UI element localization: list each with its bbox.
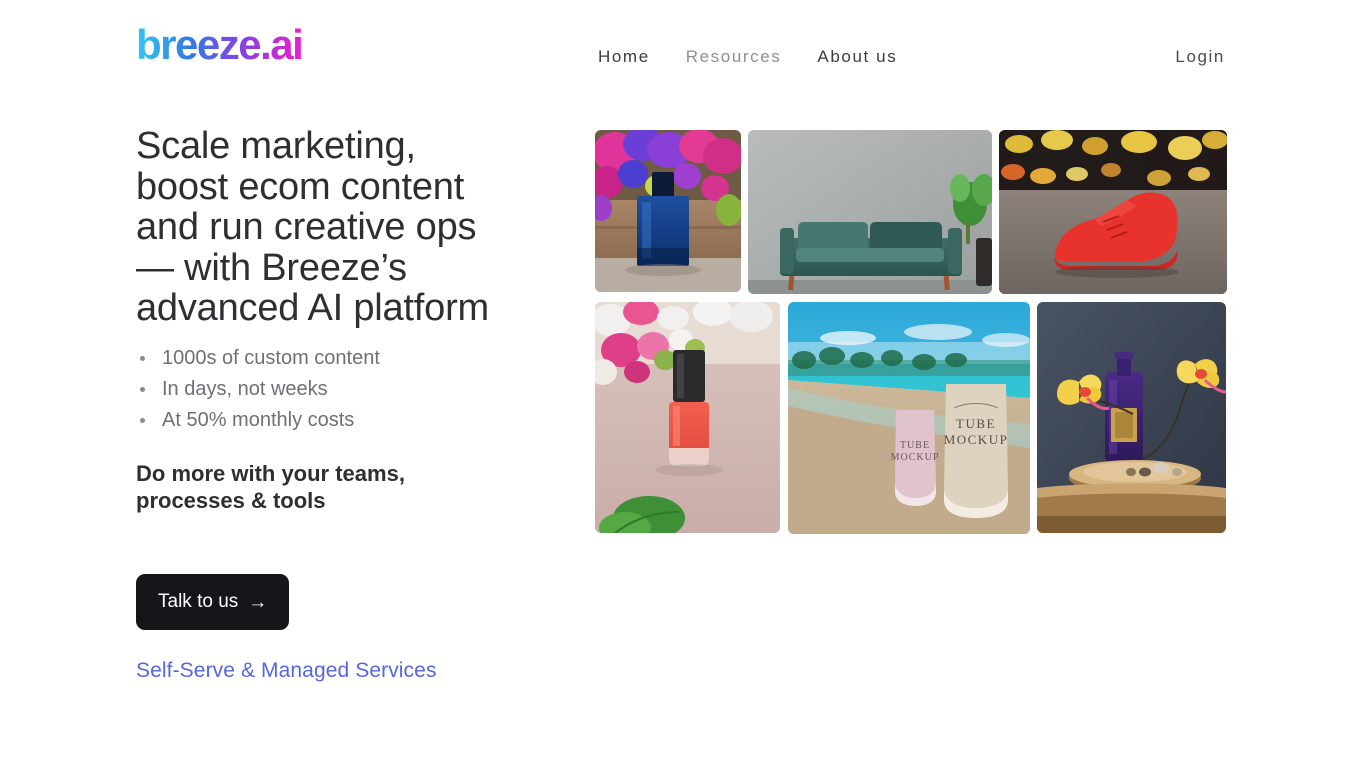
- gallery-image-coral-nail-polish[interactable]: [595, 302, 780, 533]
- talk-to-us-label: Talk to us: [158, 591, 239, 612]
- tube-label-pink-line1: TUBE: [900, 440, 930, 451]
- tube-label-cream-line2: MOCKUP: [944, 432, 1009, 447]
- hero-subheadline: Do more with your teams, processes & too…: [136, 460, 405, 513]
- hero-content: Scale marketing, boost ecom content and …: [136, 125, 536, 682]
- arrow-right-icon: →: [248, 591, 268, 613]
- red-sneaker-icon: [999, 130, 1227, 294]
- gallery-image-red-sneaker[interactable]: [999, 130, 1227, 294]
- list-item: At 50% monthly costs: [136, 405, 536, 436]
- self-serve-managed-services-link[interactable]: Self-Serve & Managed Services: [136, 659, 437, 683]
- coral-nail-polish-icon: [595, 302, 780, 533]
- feature-list: 1000s of custom content In days, not wee…: [136, 343, 536, 436]
- gallery-image-teal-velvet-sofa[interactable]: [748, 130, 992, 294]
- nav-item-home[interactable]: Home: [598, 47, 650, 67]
- nav-item-resources[interactable]: Resources: [686, 47, 782, 67]
- purple-bottle-with-orchids-icon: [1037, 302, 1226, 533]
- site-header: breeze.ai Home Resources About us Login: [0, 0, 1360, 110]
- tube-label-cream-line1: TUBE: [956, 416, 996, 431]
- nav-item-about-us[interactable]: About us: [817, 47, 897, 67]
- teal-velvet-sofa-icon: [748, 130, 992, 294]
- tube-label-pink-line2: MOCKUP: [891, 452, 940, 463]
- hero-image-grid: TUBE MOCKUP TUBE MOCKUP: [595, 130, 1227, 534]
- gallery-image-perfume-bottle-with-flowers[interactable]: [595, 130, 741, 292]
- login-link[interactable]: Login: [1175, 47, 1225, 67]
- gallery-image-tube-mockups-on-beach[interactable]: TUBE MOCKUP TUBE MOCKUP: [788, 302, 1030, 534]
- gallery-image-purple-bottle-with-orchids[interactable]: [1037, 302, 1226, 533]
- list-item: In days, not weeks: [136, 374, 536, 405]
- main-navigation: Home Resources About us: [598, 47, 897, 67]
- landing-page: breeze.ai Home Resources About us Login …: [0, 0, 1360, 764]
- perfume-bottle-with-flowers-icon: [595, 130, 741, 292]
- tube-mockups-on-beach-icon: TUBE MOCKUP TUBE MOCKUP: [788, 302, 1030, 534]
- list-item: 1000s of custom content: [136, 343, 536, 374]
- page-title: Scale marketing, boost ecom content and …: [136, 125, 489, 329]
- brand-logo[interactable]: breeze.ai: [136, 24, 304, 66]
- talk-to-us-button[interactable]: Talk to us →: [136, 574, 290, 630]
